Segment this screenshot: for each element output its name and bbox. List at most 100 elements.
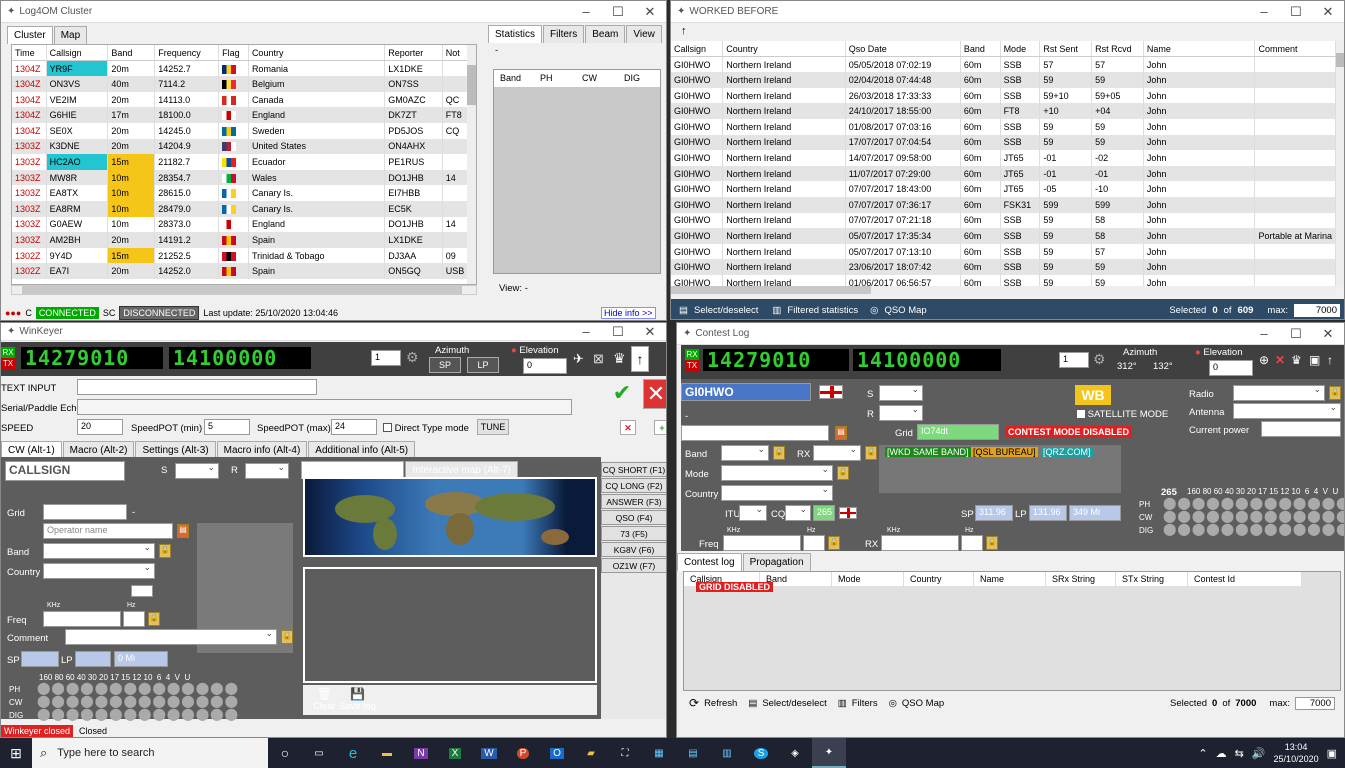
rx-hz-input[interactable]: 010: [961, 535, 983, 551]
cortana-icon[interactable]: ○: [268, 745, 302, 761]
lock-icon[interactable]: 🔒: [159, 544, 171, 558]
qso-map-button[interactable]: QSO Map: [884, 305, 926, 316]
qso-map-button[interactable]: QSO Map: [902, 698, 944, 709]
radio-select[interactable]: Icom IC7300: [1233, 385, 1325, 401]
maximize-icon[interactable]: ☐: [1280, 4, 1312, 20]
table-row[interactable]: 1303Z EA8TX 10m 28615.0 Canary Is. EI7HBB: [12, 185, 471, 201]
hz-input[interactable]: 010: [123, 611, 145, 627]
lock-icon[interactable]: 🔒: [837, 466, 849, 480]
r-report-select[interactable]: 599: [245, 463, 289, 479]
windows-start-icon[interactable]: ⊞: [0, 745, 32, 762]
minimize-icon[interactable]: –: [1248, 4, 1280, 19]
elevation-input[interactable]: 0: [523, 358, 567, 374]
cloud-icon[interactable]: ☁: [1216, 747, 1227, 760]
hz-input[interactable]: 010: [803, 535, 825, 551]
table-row[interactable]: 1303Z AM2BH 20m 14191.2 Spain LX1DKE: [12, 232, 471, 248]
table-row[interactable]: GI0HWO Northern Ireland 14/07/2017 09:58:0…: [671, 150, 1336, 166]
close-icon[interactable]: ✕: [634, 324, 666, 340]
col-rst-sent[interactable]: Rst Sent: [1039, 41, 1093, 58]
r-report-select[interactable]: 59: [879, 405, 923, 421]
delete-icon[interactable]: ✕: [620, 420, 636, 435]
lock-icon[interactable]: 🔒: [281, 630, 293, 644]
table-row[interactable]: GI0HWO Northern Ireland 05/07/2017 07:13:1…: [671, 243, 1336, 260]
col-frequency[interactable]: Frequency: [154, 45, 220, 62]
lp-button[interactable]: LP: [467, 357, 499, 373]
band-select[interactable]: 20m: [721, 445, 769, 461]
table-row[interactable]: 1304Z YR9F 20m 14252.7 Romania LX1DKE: [12, 60, 471, 77]
worked-vscroll[interactable]: [1336, 41, 1344, 286]
max-input[interactable]: 7000: [1294, 303, 1340, 317]
grid-input[interactable]: IO74dt: [917, 424, 999, 440]
close-icon[interactable]: ✕: [634, 4, 666, 20]
filters-button[interactable]: Filters: [852, 698, 878, 709]
qrz-icon[interactable]: ▤: [835, 426, 847, 440]
minimize-icon[interactable]: –: [1248, 326, 1280, 341]
add-circle-icon[interactable]: ⊕: [1259, 353, 1269, 367]
itu-select[interactable]: 27: [739, 505, 767, 521]
col-mode[interactable]: Mode: [1000, 41, 1041, 58]
table-row[interactable]: GI0HWO Northern Ireland 11/07/2017 07:29:0…: [671, 165, 1336, 182]
up-arrow-icon[interactable]: ↑: [1327, 353, 1333, 367]
macro-button[interactable]: OZ1W (F7): [601, 558, 666, 573]
table-row[interactable]: GI0HWO Northern Ireland 24/10/2017 18:55:0…: [671, 103, 1336, 119]
table-row[interactable]: GI0HWO Northern Ireland 07/07/2017 07:21:1…: [671, 212, 1336, 229]
refresh-button[interactable]: Refresh: [704, 698, 737, 709]
clock[interactable]: 13:04 25/10/2020: [1274, 741, 1319, 765]
name-input[interactable]: John Crawford-Baker: [681, 425, 829, 441]
table-row[interactable]: GI0HWO Northern Ireland 07/07/2017 07:36:1…: [671, 196, 1336, 213]
col-header[interactable]: SRx String: [1046, 572, 1116, 586]
col-header[interactable]: STx String: [1116, 572, 1188, 586]
taskbar-search[interactable]: ⌕ Type here to search: [32, 738, 268, 768]
speedpot-max-input[interactable]: 24: [331, 419, 377, 435]
calendar-icon[interactable]: ▤: [676, 748, 710, 759]
clear-button[interactable]: 🗑 Clear: [313, 687, 336, 712]
col-band[interactable]: Band: [960, 41, 1001, 58]
close-icon[interactable]: ✕: [1312, 326, 1344, 342]
freq-input[interactable]: 14279: [43, 611, 121, 627]
tab-propagation[interactable]: Propagation: [742, 553, 811, 571]
country-select[interactable]: Northern Ireland: [721, 485, 833, 501]
skype-icon[interactable]: S: [744, 747, 778, 759]
lock-icon[interactable]: 🔒: [773, 446, 785, 460]
col-band[interactable]: Band: [107, 45, 156, 62]
check-icon[interactable]: ✔: [607, 379, 637, 409]
speed-input[interactable]: 20: [77, 419, 123, 435]
lock-icon[interactable]: 🔒: [865, 446, 877, 460]
wkd-same-band-link[interactable]: [WKD SAME BAND]: [885, 447, 971, 457]
notifications-icon[interactable]: ▣: [1327, 747, 1337, 760]
crown-icon[interactable]: ♛: [1291, 353, 1302, 367]
tray-chevron-icon[interactable]: ⌃: [1198, 747, 1207, 760]
edge-icon[interactable]: e: [336, 745, 370, 762]
tab-contest-log[interactable]: Contest log: [677, 553, 742, 571]
table-row[interactable]: 1304Z ON3VS 40m 7114.2 Belgium ON7SS: [12, 76, 471, 92]
lock-icon[interactable]: 🔒: [1329, 386, 1341, 400]
table-row[interactable]: 1303Z G0AEW 10m 28373.0 England DO1JHB 14: [12, 216, 471, 233]
max-input[interactable]: 7000: [1295, 696, 1335, 710]
table-row[interactable]: GI0HWO Northern Ireland 01/08/2017 07:03:1…: [671, 118, 1336, 135]
qrz-link[interactable]: [QRZ.COM]: [1041, 447, 1093, 457]
col-note[interactable]: Not: [442, 45, 471, 62]
table-row[interactable]: 1303Z HC2AO 15m 21182.7 Ecuador PE1RUS: [12, 154, 471, 170]
text-input-field[interactable]: [77, 379, 317, 395]
minimize-icon[interactable]: –: [570, 4, 602, 19]
hide-info-link[interactable]: Hide info >>: [601, 307, 656, 319]
col-rst-rcvd[interactable]: Rst Rcvd: [1091, 41, 1144, 58]
filtered-stats-button[interactable]: Filtered statistics: [787, 305, 858, 316]
col-comment[interactable]: Comment: [1254, 41, 1336, 58]
volume-icon[interactable]: 🔊: [1252, 747, 1266, 760]
macro-button[interactable]: CQ LONG (F2): [601, 478, 666, 493]
macro-button[interactable]: KG8V (F6): [601, 542, 666, 557]
col-time[interactable]: Time: [12, 45, 47, 62]
table-row[interactable]: 1304Z SE0X 20m 14245.0 Sweden PD5JOS CQ: [12, 122, 471, 139]
current-power-input[interactable]: 100.000: [1261, 421, 1341, 437]
col-header[interactable]: Contest Id: [1188, 572, 1302, 586]
save-log-button[interactable]: 💾 Save log: [339, 687, 376, 712]
folder-icon[interactable]: ▰: [574, 748, 608, 759]
col-country[interactable]: Country: [248, 45, 386, 62]
add-icon[interactable]: +: [654, 420, 666, 435]
operator-name-input[interactable]: Operator name: [43, 523, 173, 539]
qrz-icon[interactable]: ▤: [177, 524, 189, 538]
band-select[interactable]: 20m: [43, 543, 155, 559]
table-row[interactable]: GI0HWO Northern Ireland 01/06/2017 06:56:5…: [671, 274, 1336, 286]
tab-statistics[interactable]: Statistics: [488, 25, 543, 43]
